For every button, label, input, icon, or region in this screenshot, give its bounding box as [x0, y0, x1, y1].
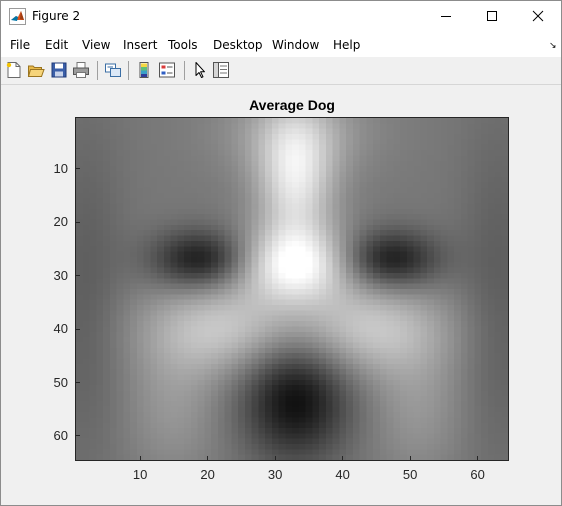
x-tick-mark — [477, 456, 479, 460]
x-tick-label: 60 — [470, 467, 485, 482]
y-tick-label: 60 — [53, 427, 68, 443]
open-file-icon[interactable] — [27, 61, 45, 79]
toolbar-separator — [128, 61, 129, 80]
y-tick-mark — [76, 221, 80, 223]
x-tick-mark — [409, 456, 411, 460]
link-plot-icon[interactable] — [104, 61, 122, 79]
y-tick-label: 20 — [53, 214, 68, 230]
menu-bar: File Edit View Insert Tools Desktop Wind… — [1, 32, 561, 57]
edit-plot-pointer-icon[interactable] — [191, 61, 209, 79]
x-tick-mark — [207, 456, 209, 460]
figure-window: Figure 2 File Edit View Insert Tools Des… — [0, 0, 562, 506]
insert-legend-icon[interactable] — [158, 61, 176, 79]
menu-help[interactable]: Help — [333, 38, 360, 52]
menu-file[interactable]: File — [10, 38, 30, 52]
title-bar[interactable]: Figure 2 — [1, 1, 561, 32]
y-tick-label: 50 — [53, 374, 68, 390]
minimize-icon — [441, 16, 451, 17]
maximize-icon — [487, 11, 497, 21]
toolbar-separator — [97, 61, 98, 80]
plot-title: Average Dog — [249, 97, 335, 113]
y-tick-mark — [76, 382, 80, 384]
insert-colorbar-icon[interactable] — [135, 61, 153, 79]
y-tick-mark — [76, 435, 80, 437]
average-dog-image — [76, 118, 508, 460]
save-icon[interactable] — [50, 61, 68, 79]
menu-tools[interactable]: Tools — [168, 38, 198, 52]
x-tick-label: 30 — [267, 467, 283, 482]
menu-edit[interactable]: Edit — [45, 38, 68, 52]
y-tick-label: 40 — [53, 321, 68, 337]
close-button[interactable] — [515, 1, 561, 32]
x-tick-mark — [139, 456, 141, 460]
x-tick-label: 50 — [402, 467, 418, 482]
y-tick-label: 10 — [53, 160, 68, 176]
x-tick-mark — [342, 456, 344, 460]
y-tick-mark — [76, 168, 80, 170]
x-tick-label: 10 — [132, 467, 148, 482]
image-axes[interactable] — [75, 117, 509, 461]
menu-insert[interactable]: Insert — [123, 38, 157, 52]
print-icon[interactable] — [72, 61, 90, 79]
menu-view[interactable]: View — [82, 38, 110, 52]
figure-canvas: Average Dog 10 20 30 40 50 60 10 20 30 40 50 60 — [1, 85, 561, 505]
x-tick-label: 20 — [200, 467, 215, 482]
figure-toolbar — [1, 57, 561, 85]
y-tick-mark — [76, 275, 80, 277]
dock-arrow-icon[interactable]: ↘ — [549, 40, 557, 51]
property-inspector-icon[interactable] — [212, 61, 230, 79]
minimize-button[interactable] — [423, 1, 469, 32]
toolbar-separator — [184, 61, 185, 80]
y-tick-label: 30 — [53, 267, 68, 283]
menu-desktop[interactable]: Desktop — [213, 38, 263, 52]
maximize-button[interactable] — [469, 1, 515, 32]
x-tick-label: 40 — [335, 467, 350, 482]
matlab-logo-icon — [9, 8, 26, 25]
menu-window[interactable]: Window — [272, 38, 319, 52]
close-icon — [532, 10, 544, 22]
new-figure-icon[interactable] — [5, 61, 23, 79]
y-tick-mark — [76, 328, 80, 330]
window-title: Figure 2 — [32, 9, 81, 23]
x-tick-mark — [274, 456, 276, 460]
